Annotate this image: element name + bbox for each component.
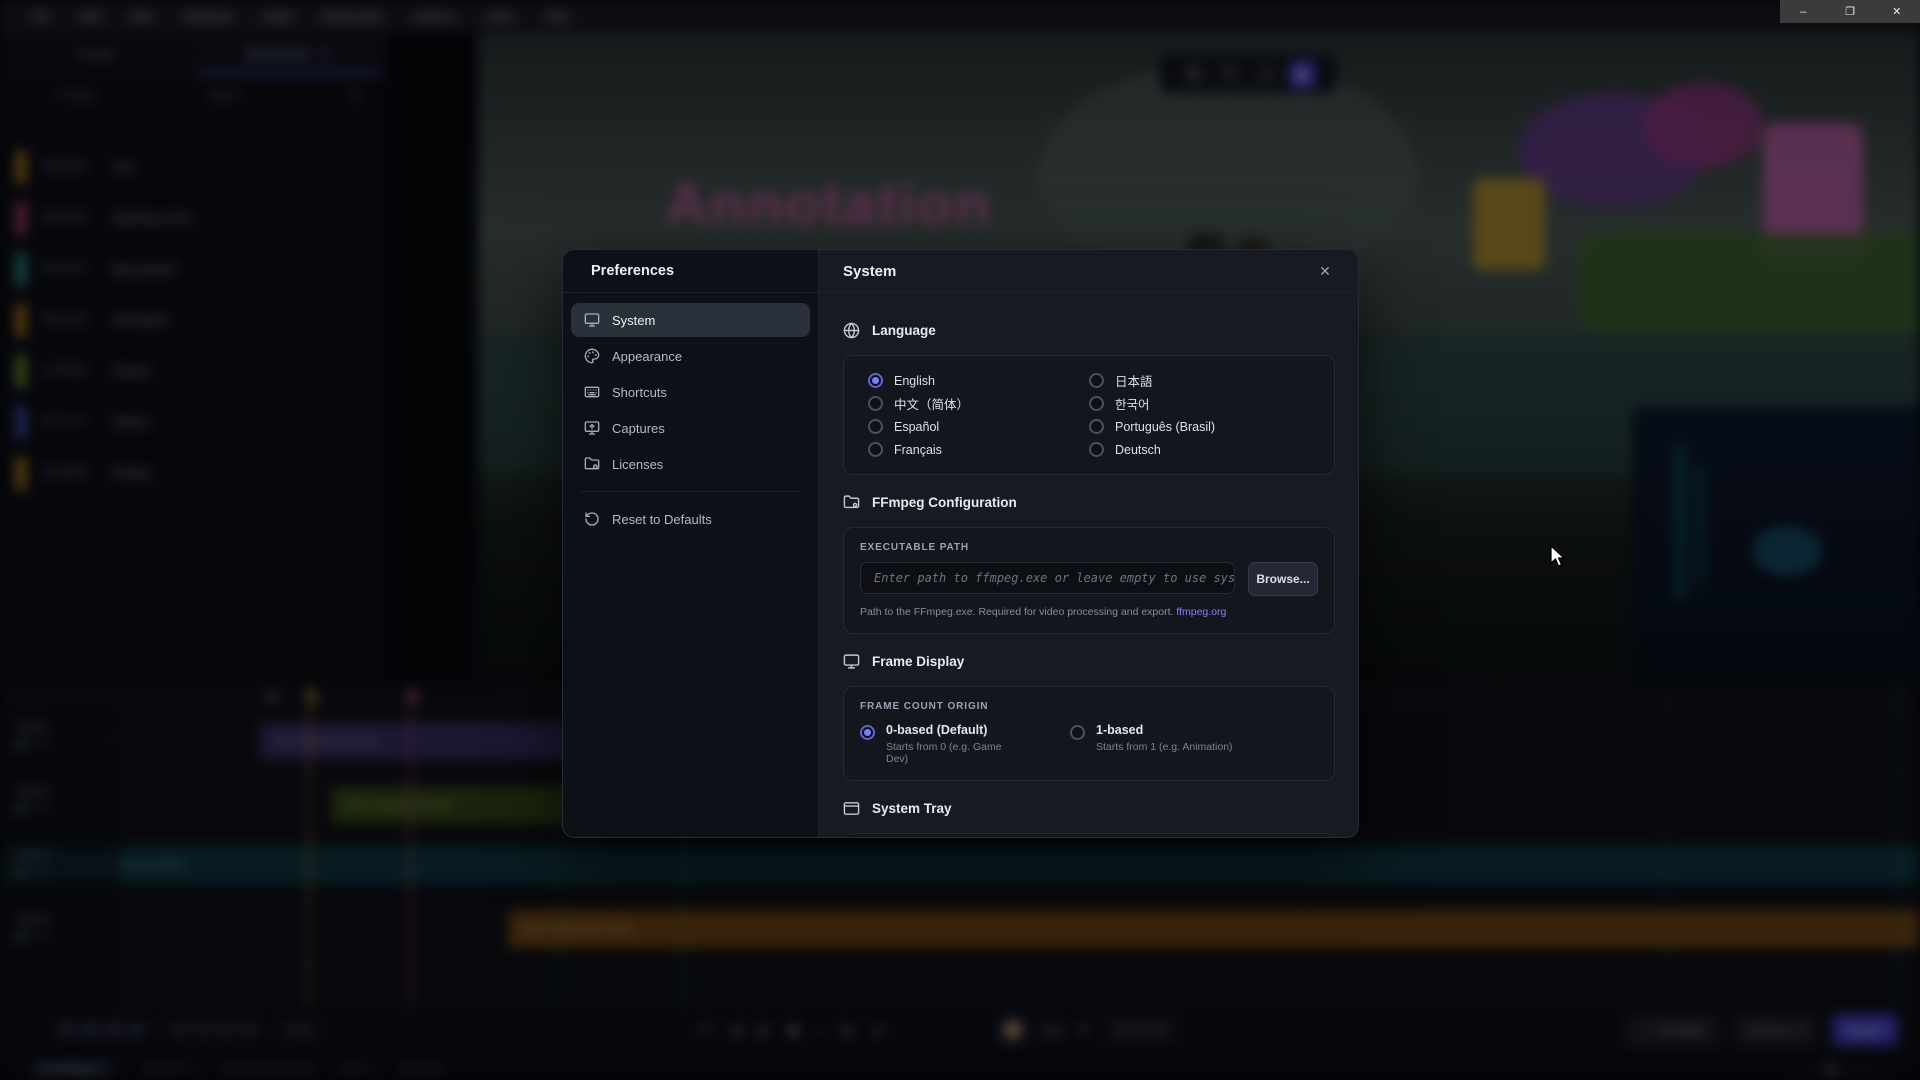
folder-cog-icon [843, 494, 860, 511]
language-column-right: 日本語 한국어 Português (Brasil) Deutsch [1089, 369, 1310, 461]
radio [1089, 396, 1104, 411]
radio [1089, 442, 1104, 457]
nav-label: Captures [612, 421, 665, 436]
option-text: 0-based (Default) Starts from 0 (e.g. Ga… [886, 723, 1026, 765]
language-section: Language English 中文（简体） Español Français… [843, 319, 1335, 475]
nav-label: Shortcuts [612, 385, 667, 400]
palette-icon [584, 348, 600, 364]
keyboard-icon [584, 384, 600, 400]
radio-label: Español [894, 420, 939, 434]
executable-path-row: Enter path to ffmpeg.exe or leave empty … [860, 562, 1318, 596]
radio-label: 日本語 [1115, 371, 1153, 390]
radio [1089, 373, 1104, 388]
system-tray-section-header: System Tray [843, 797, 1335, 819]
section-title: FFmpeg Configuration [872, 495, 1017, 510]
option-0-based[interactable]: 0-based (Default) Starts from 0 (e.g. Ga… [860, 723, 1026, 765]
system-tray-card [843, 833, 1335, 837]
folder-badge-icon [584, 456, 600, 472]
minimize-button[interactable]: – [1780, 0, 1827, 23]
nav-label: System [612, 313, 655, 328]
radio [868, 442, 883, 457]
restore-button[interactable]: ❐ [1827, 0, 1874, 23]
close-window-button[interactable]: ✕ [1873, 0, 1920, 23]
executable-path-label: EXECUTABLE PATH [860, 542, 1318, 553]
frame-origin-options: 0-based (Default) Starts from 0 (e.g. Ga… [860, 723, 1318, 765]
preferences-header: System ✕ [819, 250, 1358, 293]
radio [1089, 419, 1104, 434]
nav-item-shortcuts[interactable]: Shortcuts [571, 375, 810, 409]
language-option-german[interactable]: Deutsch [1089, 438, 1310, 461]
page-title: System [843, 263, 896, 280]
frame-count-origin-label: FRAME COUNT ORIGIN [860, 701, 1318, 712]
language-option-chinese[interactable]: 中文（简体） [868, 392, 1089, 415]
ffmpeg-org-link[interactable]: ffmpeg.org [1176, 606, 1226, 618]
window-controls: – ❐ ✕ [1780, 0, 1920, 23]
section-title: System Tray [872, 801, 952, 816]
radio-label: Português (Brasil) [1115, 420, 1215, 434]
globe-icon [843, 322, 860, 339]
ffmpeg-section-header: FFmpeg Configuration [843, 491, 1335, 513]
close-dialog-button[interactable]: ✕ [1312, 258, 1338, 284]
frame-display-section: Frame Display FRAME COUNT ORIGIN 0-based… [843, 650, 1335, 781]
nav-label: Appearance [612, 349, 682, 364]
ffmpeg-path-input[interactable]: Enter path to ffmpeg.exe or leave empty … [860, 562, 1235, 594]
system-tray-section: System Tray [843, 797, 1335, 837]
radio-label: 한국어 [1115, 394, 1150, 413]
ffmpeg-section: FFmpeg Configuration EXECUTABLE PATH Ent… [843, 491, 1335, 634]
preferences-dialog: Preferences System Appearance Shortcuts … [562, 249, 1359, 838]
ffmpeg-help-text: Path to the FFmpeg.exe. Required for vid… [860, 606, 1318, 618]
language-option-portuguese[interactable]: Português (Brasil) [1089, 415, 1310, 438]
preferences-sidebar: Preferences System Appearance Shortcuts … [563, 250, 819, 837]
language-option-japanese[interactable]: 日本語 [1089, 369, 1310, 392]
language-option-english[interactable]: English [868, 369, 1089, 392]
preferences-title: Preferences [563, 250, 818, 293]
frame-display-card: FRAME COUNT ORIGIN 0-based (Default) Sta… [843, 686, 1335, 781]
nav-item-system[interactable]: System [571, 303, 810, 337]
language-card: English 中文（简体） Español Français 日本語 한국어 … [843, 355, 1335, 475]
rotate-ccw-icon [584, 511, 600, 527]
monitor-up-icon [584, 420, 600, 436]
frame-display-section-header: Frame Display [843, 650, 1335, 672]
browse-button[interactable]: Browse... [1248, 562, 1318, 596]
radio-label: Français [894, 443, 942, 457]
nav-item-appearance[interactable]: Appearance [571, 339, 810, 373]
language-column-left: English 中文（简体） Español Français [868, 369, 1089, 461]
section-title: Frame Display [872, 654, 964, 669]
option-sublabel: Starts from 0 (e.g. Game Dev) [886, 741, 1026, 765]
preferences-nav: System Appearance Shortcuts Captures Lic… [563, 293, 818, 548]
monitor-icon [843, 653, 860, 670]
nav-item-licenses[interactable]: Licenses [571, 447, 810, 481]
language-option-korean[interactable]: 한국어 [1089, 392, 1310, 415]
radio-selected [868, 373, 883, 388]
radio-label: 中文（简体） [894, 394, 969, 413]
radio-label: Deutsch [1115, 443, 1161, 457]
nav-label: Licenses [612, 457, 663, 472]
radio [868, 396, 883, 411]
radio-label: English [894, 374, 935, 388]
ffmpeg-card: EXECUTABLE PATH Enter path to ffmpeg.exe… [843, 527, 1335, 634]
reset-label: Reset to Defaults [612, 512, 712, 527]
option-1-based[interactable]: 1-based Starts from 1 (e.g. Animation) [1070, 723, 1233, 765]
radio [868, 419, 883, 434]
option-sublabel: Starts from 1 (e.g. Animation) [1096, 741, 1233, 753]
mouse-cursor [1549, 545, 1567, 569]
section-title: Language [872, 323, 936, 338]
option-label: 1-based [1096, 723, 1233, 737]
monitor-icon [584, 312, 600, 328]
nav-item-captures[interactable]: Captures [571, 411, 810, 445]
language-option-spanish[interactable]: Español [868, 415, 1089, 438]
option-text: 1-based Starts from 1 (e.g. Animation) [1096, 723, 1233, 753]
language-option-french[interactable]: Français [868, 438, 1089, 461]
preferences-content: System ✕ Language English 中文（简体） Español [819, 250, 1358, 837]
radio-selected [860, 725, 875, 740]
app-window: File Edit View Playback Audio Bookmarks … [0, 0, 1920, 1080]
help-text: Path to the FFmpeg.exe. Required for vid… [860, 606, 1173, 618]
preferences-body: Language English 中文（简体） Español Français… [819, 293, 1358, 837]
radio [1070, 725, 1085, 740]
nav-divider [581, 491, 800, 492]
option-label: 0-based (Default) [886, 723, 1026, 737]
reset-to-defaults-button[interactable]: Reset to Defaults [571, 502, 810, 536]
app-window-icon [843, 800, 860, 817]
language-section-header: Language [843, 319, 1335, 341]
